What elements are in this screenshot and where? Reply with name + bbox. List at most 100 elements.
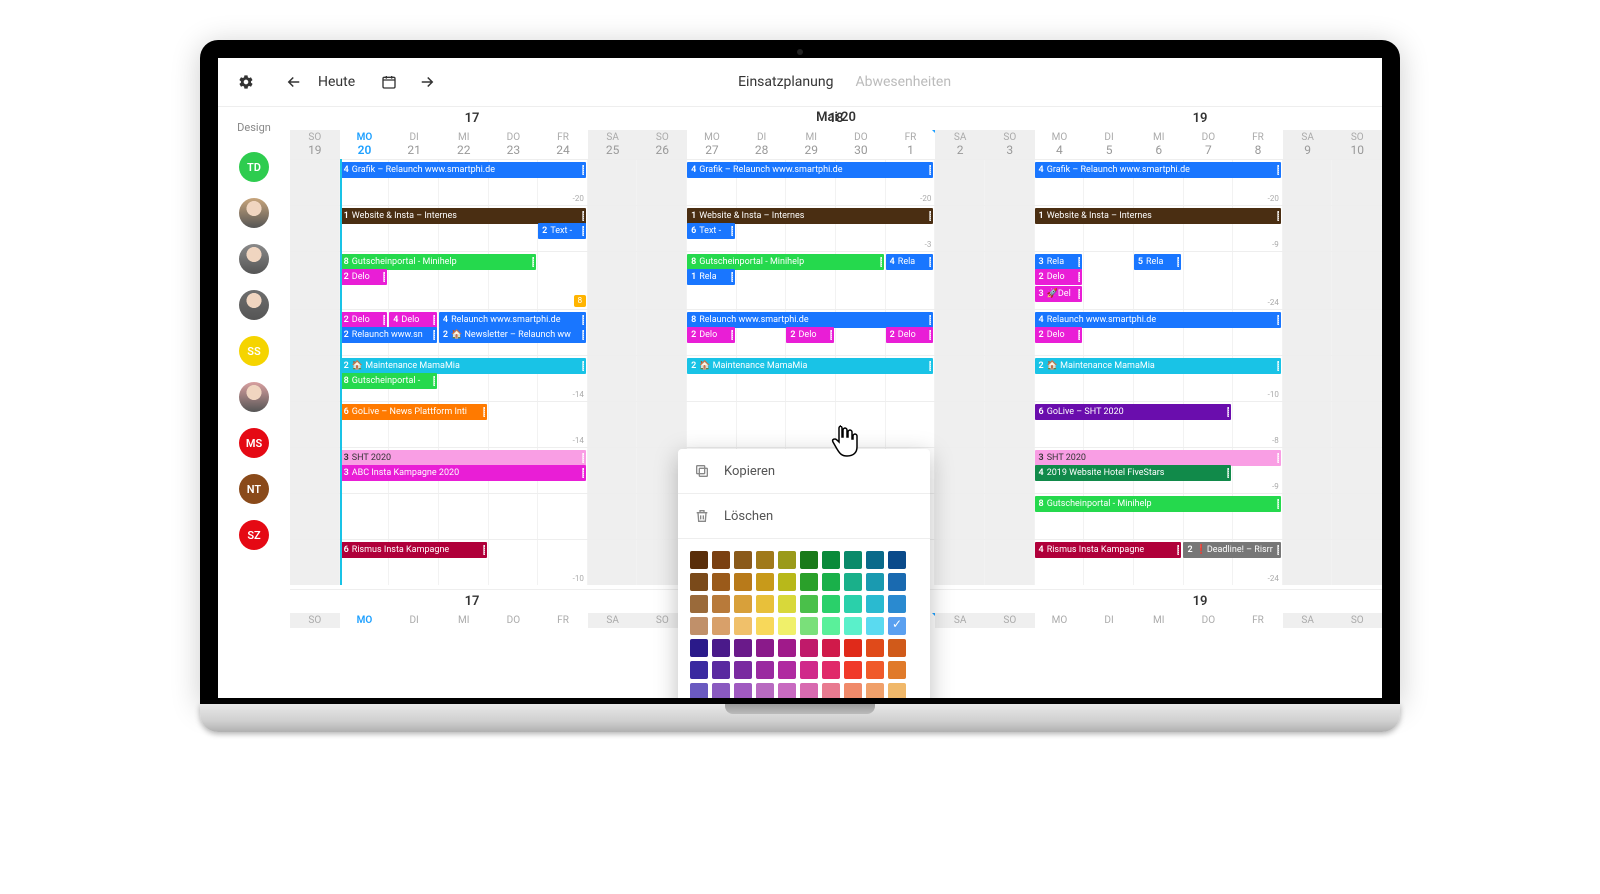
day-cell[interactable] [588,206,638,251]
day-cell[interactable] [1283,252,1333,309]
color-swatch[interactable] [888,551,906,569]
event-bar[interactable]: 3SHT 2020 [1035,450,1281,466]
day-cell[interactable] [737,402,787,447]
day-cell[interactable] [290,448,340,493]
avatar[interactable] [239,244,269,274]
color-swatch[interactable] [888,683,906,698]
calendar-main[interactable]: 171819 Mai 20 SO19MO20DI21MI22DO23FR24SA… [290,107,1382,698]
color-swatch[interactable] [756,661,774,679]
day-cell[interactable] [1184,252,1234,309]
prev-button[interactable] [280,68,308,96]
color-swatch[interactable] [734,573,752,591]
color-swatch[interactable] [778,573,796,591]
day-cell[interactable] [836,402,886,447]
day-cell[interactable] [489,494,539,539]
color-swatch[interactable] [756,573,774,591]
day-cell[interactable] [1332,310,1382,355]
color-swatch[interactable] [866,661,884,679]
event-bar[interactable]: 2Relaunch www.sn [340,327,437,343]
day-cell[interactable] [637,206,687,251]
day-cell[interactable] [588,310,638,355]
color-swatch[interactable] [866,595,884,613]
color-swatch[interactable] [778,617,796,635]
day-cell[interactable] [935,540,985,585]
day-cell[interactable]: -14 [538,402,588,447]
color-swatch[interactable] [888,639,906,657]
day-cell[interactable] [1332,494,1382,539]
day-cell[interactable] [637,356,687,401]
day-cell[interactable] [985,448,1035,493]
event-bar[interactable]: 2Delo [786,327,834,343]
color-swatch[interactable] [800,551,818,569]
color-swatch[interactable] [712,617,730,635]
day-cell[interactable] [935,206,985,251]
color-swatch[interactable] [800,683,818,698]
day-cell[interactable] [1332,160,1382,205]
color-swatch[interactable] [690,639,708,657]
menu-delete[interactable]: Löschen [678,494,930,539]
color-swatch[interactable] [822,595,840,613]
avatar[interactable]: SZ [239,520,269,550]
day-cell[interactable] [588,448,638,493]
day-cell[interactable] [1332,206,1382,251]
color-swatch[interactable] [690,595,708,613]
color-swatch[interactable] [822,617,840,635]
day-cell[interactable] [1332,252,1382,309]
color-swatch[interactable] [822,683,840,698]
event-bar[interactable]: 3SHT 2020 [340,450,586,466]
color-swatch[interactable] [888,573,906,591]
color-swatch[interactable] [712,573,730,591]
event-bar[interactable]: 6GoLive – News Plattform Inti [340,404,487,420]
tab-abwesenheiten[interactable]: Abwesenheiten [855,74,951,90]
color-swatch[interactable] [844,661,862,679]
avatar[interactable] [239,198,269,228]
day-cell[interactable] [935,310,985,355]
event-bar[interactable]: 4Relaunch www.smartphi.de [1035,312,1281,328]
day-cell[interactable] [637,160,687,205]
event-bar[interactable]: 1Website & Insta – Internes [340,208,586,224]
event-bar[interactable]: 5Rela [1134,254,1182,270]
event-bar[interactable]: 8Relaunch www.smartphi.de [687,312,933,328]
color-swatch[interactable] [866,617,884,635]
event-bar[interactable]: 2Delo [886,327,934,343]
day-cell[interactable]: -10 [538,540,588,585]
color-swatch[interactable] [822,551,840,569]
event-bar[interactable]: 2🏠 Maintenance MamaMia [1035,358,1281,374]
overflow-badge[interactable]: 8 [574,295,586,307]
color-swatch[interactable] [734,595,752,613]
event-bar[interactable]: 1Rela [687,269,735,285]
color-swatch[interactable] [866,683,884,698]
day-cell[interactable] [290,494,340,539]
event-bar[interactable]: 4Grafik – Relaunch www.smartphi.de [1035,162,1281,178]
color-swatch[interactable] [822,639,840,657]
day-cell[interactable] [935,448,985,493]
event-bar[interactable]: 2Delo [687,327,735,343]
color-swatch[interactable] [888,661,906,679]
day-cell[interactable] [985,402,1035,447]
color-swatch[interactable] [866,551,884,569]
event-bar[interactable]: 1Website & Insta – Internes [1035,208,1281,224]
day-cell[interactable] [935,494,985,539]
event-bar[interactable]: 6Rismus Insta Kampagne [340,542,487,558]
event-bar[interactable]: 4Rela [886,254,934,270]
day-cell[interactable] [886,402,936,447]
color-swatch[interactable] [778,639,796,657]
color-swatch[interactable] [800,617,818,635]
avatar[interactable]: NT [239,474,269,504]
event-bar[interactable]: 2❗Deadline! – Risrr [1183,542,1280,558]
day-cell[interactable] [1332,356,1382,401]
color-swatch[interactable] [712,551,730,569]
color-swatch[interactable] [778,661,796,679]
day-cell[interactable] [1084,252,1134,309]
event-bar[interactable]: 8Gutscheinportal - Minihelp [1035,496,1281,512]
day-cell[interactable] [687,402,737,447]
color-swatch[interactable] [712,639,730,657]
color-swatch[interactable] [800,595,818,613]
day-cell[interactable] [290,160,340,205]
event-bar[interactable]: 8Gutscheinportal - Minihelp [687,254,884,270]
day-cell[interactable]: -8 [1233,402,1283,447]
day-cell[interactable] [985,494,1035,539]
event-bar[interactable]: 2🏠 Maintenance MamaMia [340,358,586,374]
color-swatch[interactable] [734,551,752,569]
day-cell[interactable] [588,540,638,585]
